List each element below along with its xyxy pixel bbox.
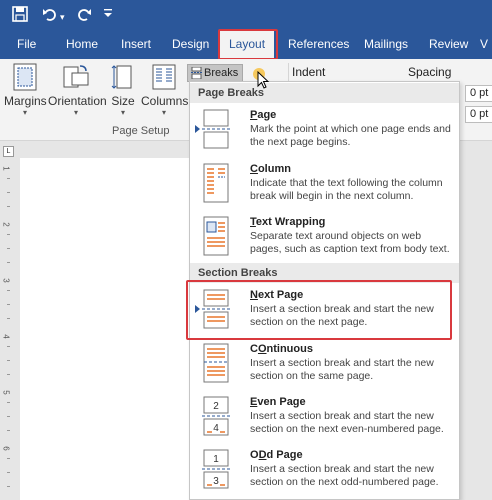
page-break-icon <box>202 109 230 149</box>
mouse-cursor-icon <box>253 68 270 89</box>
tab-file[interactable]: File <box>17 30 36 59</box>
svg-text:3: 3 <box>213 476 219 487</box>
document-page[interactable] <box>20 158 190 500</box>
ruler-tick <box>7 262 10 263</box>
ruler-tick <box>7 430 10 431</box>
menu-item-page[interactable]: Page Mark the point at which one page en… <box>190 109 459 155</box>
column-title: Column <box>250 163 291 175</box>
text-wrapping-icon <box>203 216 229 256</box>
size-button[interactable]: Size ▾ <box>108 63 138 117</box>
undo-dropdown-icon[interactable]: ▾ <box>60 8 65 26</box>
tab-view[interactable]: V <box>480 30 488 59</box>
ruler-number: 1 <box>1 166 11 171</box>
page-item-marker <box>195 125 200 133</box>
odd-page-description: Insert a section break and start the new… <box>250 463 439 488</box>
continuous-title: COntinuous <box>250 343 313 355</box>
page-title: Page <box>250 109 277 121</box>
layout-tab-highlight <box>218 29 278 60</box>
orientation-label: Orientation <box>48 94 107 108</box>
ruler-number: 6 <box>1 446 11 451</box>
spacing-after-input[interactable]: 0 pt <box>465 106 492 123</box>
tab-references[interactable]: References <box>288 30 349 59</box>
size-label: Size <box>111 94 135 108</box>
menu-item-continuous[interactable]: COntinuous Insert a section break and st… <box>190 343 459 389</box>
column-description: Indicate that the text following the col… <box>250 177 443 202</box>
menu-item-text-wrapping[interactable]: Text Wrapping Separate text around objec… <box>190 216 459 262</box>
odd-page-icon: 1 3 <box>202 449 230 489</box>
ruler-tick <box>7 192 10 193</box>
orientation-icon <box>63 65 89 88</box>
even-page-icon: 2 4 <box>202 396 230 436</box>
ruler-tick <box>7 346 10 347</box>
ruler-tick <box>7 458 10 459</box>
ruler-tick <box>7 290 10 291</box>
svg-text:2: 2 <box>213 401 219 412</box>
margins-icon <box>13 63 37 91</box>
ruler-number: 4 <box>1 334 11 339</box>
ruler-number: 5 <box>1 390 11 395</box>
tab-selector-icon[interactable]: L <box>3 146 14 157</box>
menu-item-column[interactable]: Column Indicate that the text following … <box>190 163 459 209</box>
page-breaks-header: Page Breaks <box>190 83 459 103</box>
odd-page-title: ODd Page <box>250 449 303 461</box>
columns-icon <box>152 64 176 90</box>
ruler-tick <box>7 248 10 249</box>
even-page-description: Insert a section break and start the new… <box>250 410 444 435</box>
save-icon[interactable] <box>12 6 28 27</box>
ruler-tick <box>7 402 10 403</box>
text-wrapping-title: Text Wrapping <box>250 216 326 228</box>
ruler-tick <box>7 360 10 361</box>
margins-button[interactable]: Margins ▾ <box>4 63 47 117</box>
tab-review[interactable]: Review <box>429 30 468 59</box>
spacing-label: Spacing <box>408 65 452 79</box>
page-description: Mark the point at which one page ends an… <box>250 123 451 148</box>
size-icon <box>111 65 132 89</box>
columns-button[interactable]: Columns ▾ <box>141 63 189 117</box>
ruler-tick <box>7 178 10 179</box>
breaks-button[interactable]: Breaks ▾ <box>187 64 243 94</box>
continuous-icon <box>203 343 229 383</box>
columns-label: Columns <box>141 94 189 108</box>
svg-text:1: 1 <box>213 454 219 465</box>
text-wrapping-description: Separate text around objects on web page… <box>250 230 450 255</box>
indent-label: Indent <box>292 65 326 79</box>
redo-icon[interactable] <box>76 6 92 27</box>
menu-item-odd-page[interactable]: 1 3 ODd Page Insert a section break and … <box>190 449 459 495</box>
breaks-icon <box>191 67 202 79</box>
ruler-tick <box>7 374 10 375</box>
ruler-number: 3 <box>1 278 11 283</box>
ruler-tick <box>7 318 10 319</box>
ruler-tick <box>7 234 10 235</box>
orientation-button[interactable]: Orientation ▾ <box>48 63 107 117</box>
spacing-before-input[interactable]: 0 pt <box>465 85 492 102</box>
even-page-title: Even Page <box>250 396 306 408</box>
ruler-tick <box>7 416 10 417</box>
undo-icon[interactable] <box>42 6 58 27</box>
ruler-tick <box>7 472 10 473</box>
ruler-tick <box>7 304 10 305</box>
column-break-icon <box>203 163 229 203</box>
ruler-number: 2 <box>1 222 11 227</box>
tab-insert[interactable]: Insert <box>121 30 151 59</box>
next-page-highlight <box>186 280 452 340</box>
customize-qat-icon[interactable] <box>103 6 113 26</box>
tab-home[interactable]: Home <box>66 30 98 59</box>
ruler-tick <box>7 206 10 207</box>
tab-design[interactable]: Design <box>172 30 209 59</box>
tab-mailings[interactable]: Mailings <box>364 30 408 59</box>
page-setup-group-label: Page Setup <box>112 125 170 137</box>
menu-item-even-page[interactable]: 2 4 Even Page Insert a section break and… <box>190 396 459 442</box>
margins-label: Margins <box>4 94 47 108</box>
continuous-description: Insert a section break and start the new… <box>250 357 434 382</box>
svg-text:4: 4 <box>213 423 219 434</box>
title-bar: ▾ <box>0 0 492 30</box>
ruler-tick <box>7 486 10 487</box>
breaks-label: Breaks <box>204 67 239 79</box>
